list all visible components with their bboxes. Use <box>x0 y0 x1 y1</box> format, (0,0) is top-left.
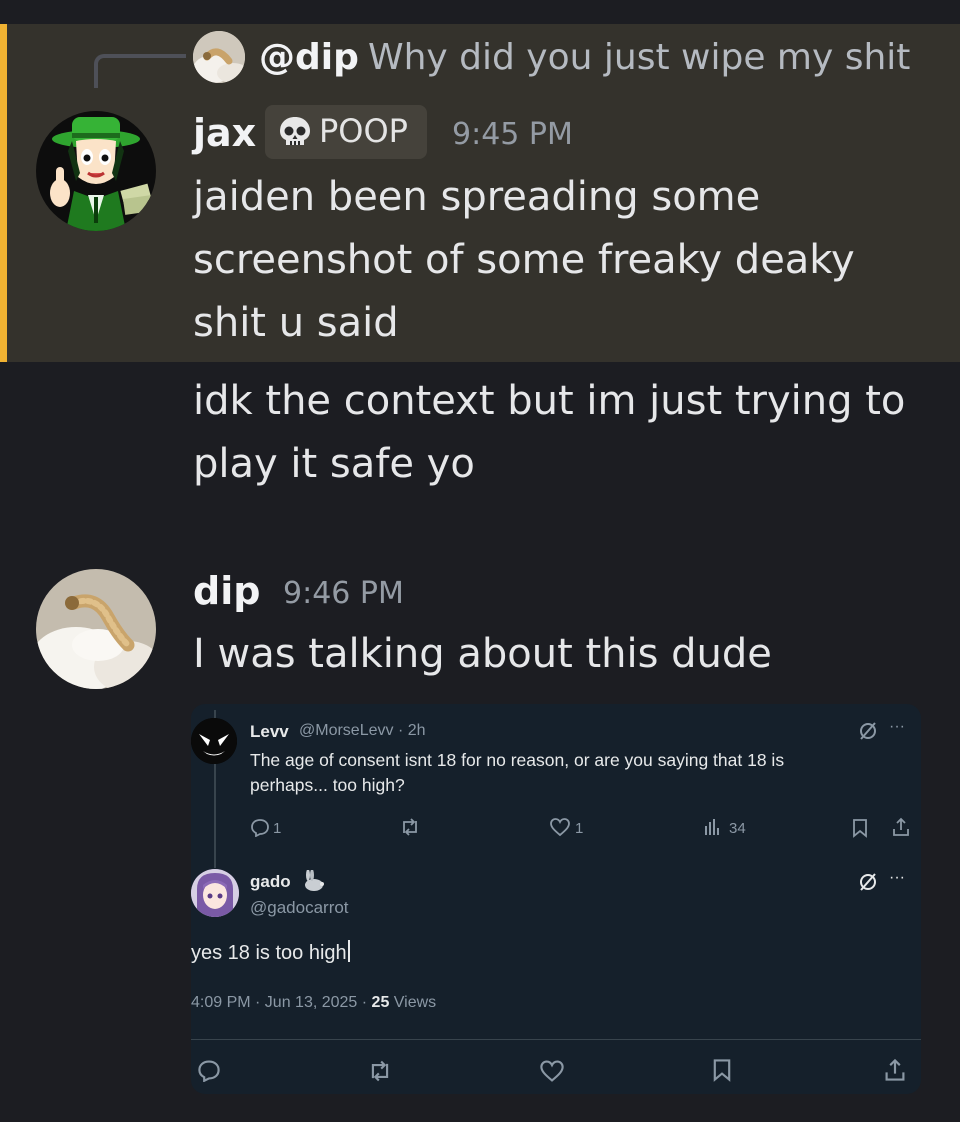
message-timestamp: 9:46 PM <box>283 576 404 611</box>
tweet-text-line: perhaps... too high? <box>250 775 405 795</box>
share-icon <box>891 817 911 842</box>
retweet-icon <box>367 1059 393 1088</box>
bookmark-icon <box>851 818 869 843</box>
message-content: I was talking about this dude <box>193 631 772 677</box>
tweet-text-line: The age of consent isnt 18 for no reason… <box>250 750 785 770</box>
server-tag[interactable]: POOP <box>265 105 427 159</box>
like-icon <box>539 1059 565 1088</box>
message-line: shit u said <box>193 300 399 346</box>
tweet-text-content: yes 18 is too high <box>191 942 347 964</box>
tweet-avatar <box>191 869 239 917</box>
like-count: 1 <box>575 820 584 837</box>
skull-icon <box>277 115 313 149</box>
views-icon <box>703 818 721 841</box>
followup-message-content: idk the context but im just trying to pl… <box>193 370 933 496</box>
bookmark-icon <box>711 1058 733 1087</box>
grok-icon <box>857 720 879 747</box>
reply-avatar[interactable] <box>193 31 245 83</box>
reply-icon <box>197 1058 221 1087</box>
like-icon <box>549 817 571 842</box>
reply-preview-text[interactable]: Why did you just wipe my shit <box>368 36 910 80</box>
more-icon: ··· <box>889 869 905 886</box>
tweet-text: yes 18 is too high <box>191 940 350 966</box>
top-bar <box>0 0 960 24</box>
reply-connector <box>94 54 186 88</box>
author-name-dip[interactable]: dip <box>193 568 260 614</box>
tweet-divider <box>191 1039 921 1040</box>
reply-count: 1 <box>273 820 282 837</box>
message-line: jaiden been spreading some <box>193 174 761 220</box>
message-line: play it safe yo <box>193 441 475 487</box>
tweet-meta: 4:09 PM · Jun 13, 2025 · 25 Views <box>191 994 436 1012</box>
tweet-text: The age of consent isnt 18 for no reason… <box>250 748 784 798</box>
text-caret <box>347 940 350 962</box>
reply-icon <box>250 817 270 842</box>
retweet-icon <box>399 817 421 842</box>
tweet-handle: @MorseLevv · 2h <box>299 722 426 739</box>
attachment-image[interactable]: Levv @MorseLevv · 2h ··· The age of cons… <box>191 704 921 1094</box>
author-name-jax[interactable]: jax <box>193 110 256 156</box>
tweet-avatar <box>191 718 237 764</box>
tweet-views-count: 25 <box>371 994 390 1011</box>
message-timestamp: 9:45 PM <box>452 117 573 152</box>
mention-indicator-bar <box>0 24 7 362</box>
grok-icon <box>857 871 879 898</box>
dip-avatar[interactable] <box>36 569 156 689</box>
message-line: idk the context but im just trying to <box>193 378 906 424</box>
tweet-handle: @gadocarrot <box>250 898 349 917</box>
jax-avatar[interactable] <box>36 111 156 231</box>
view-count: 34 <box>729 820 746 837</box>
reply-mention[interactable]: @dip <box>259 36 359 80</box>
server-tag-label: POOP <box>319 112 408 150</box>
rabbit-icon <box>300 869 326 897</box>
message-content: jaiden been spreading some screenshot of… <box>193 166 933 355</box>
share-icon <box>883 1058 907 1087</box>
tweet-views-label: Views <box>389 994 437 1011</box>
more-icon: ··· <box>889 718 905 735</box>
tweet-author-name: Levv <box>250 722 289 741</box>
message-line: screenshot of some freaky deaky <box>193 237 855 283</box>
tweet-author-name: gado <box>250 872 291 891</box>
tweet-date: 4:09 PM · Jun 13, 2025 · <box>191 994 372 1011</box>
